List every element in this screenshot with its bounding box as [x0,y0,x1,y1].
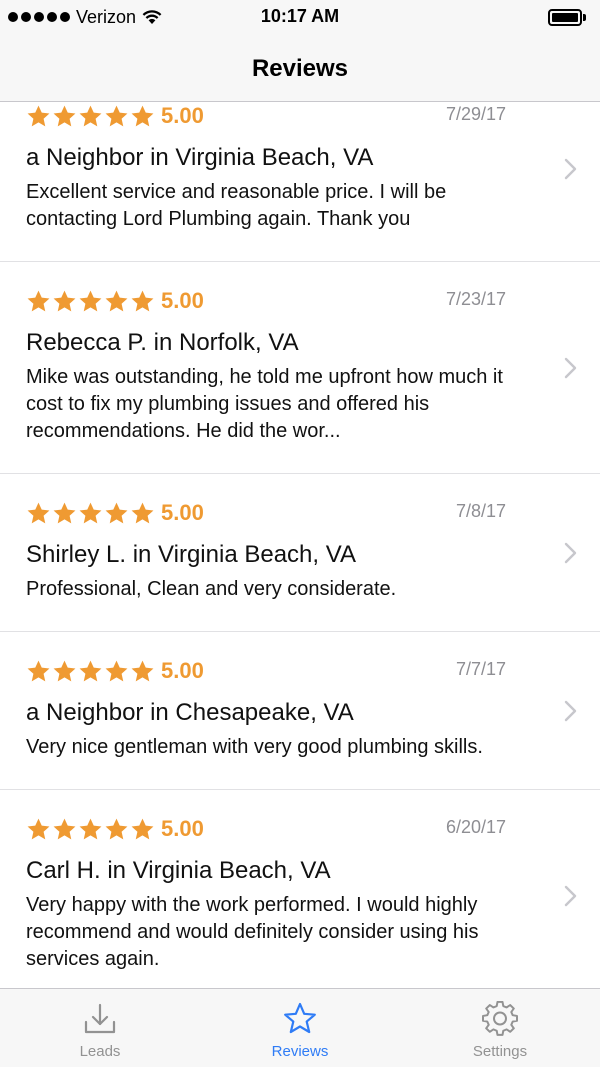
review-date: 7/7/17 [455,659,506,679]
status-time: 10:17 AM [260,6,340,26]
reviewer-name: a Neighbor in Virginia Beach, VA [26,144,374,171]
star-icon [105,290,128,312]
review-date: 7/8/17 [455,501,506,521]
rating-row: 5.00 [26,814,510,844]
reviewer-name: Carl H. in Virginia Beach, VA [26,857,331,884]
review-row[interactable]: 5.00 6/20/17 Carl H. in Virginia Beach, VA… [0,790,600,988]
rating-value: 5.00 [161,500,204,525]
star-icon [131,105,154,127]
tab-settings[interactable]: Settings [400,989,600,1067]
rating-value: 5.00 [161,816,204,841]
tab-leads[interactable]: Leads [0,989,200,1067]
tab-reviews[interactable]: Reviews [200,989,400,1067]
star-icon [79,290,102,312]
review-date: 6/20/17 [445,817,506,837]
star-icon [27,660,50,682]
review-row[interactable]: 5.00 7/23/17 Rebecca P. in Norfolk, VA Mike… [0,262,600,474]
chevron-right-icon [564,357,578,379]
rating-row: 5.00 [26,498,510,528]
review-date: 7/23/17 [445,289,506,309]
review-date: 7/29/17 [445,104,506,124]
tab-label: Leads [79,1043,121,1060]
review-row[interactable]: 5.00 7/8/17 Shirley L. in Virginia Beach, … [0,474,600,632]
star-icon [27,290,50,312]
reviews-list-viewport[interactable]: 5.00 7/29/17 a Neighbor in Virginia Beach,… [0,103,600,988]
status-bar: Verizon 10:17 AM [0,0,600,36]
tab-bar: Leads Reviews Settings [0,988,600,1067]
star-rating [26,817,155,841]
page-title: Reviews [251,54,349,82]
chevron-right-icon [564,700,578,722]
star-rating [26,104,155,128]
star-icon [79,502,102,524]
rating-value: 5.00 [161,288,204,313]
star-icon [79,105,102,127]
chevron-right-icon [564,542,578,564]
star-icon [131,290,154,312]
rating-value: 5.00 [161,103,204,128]
rating-value: 5.00 [161,658,204,683]
star-outline-icon [281,1001,319,1037]
star-icon [105,502,128,524]
rating-row: 5.00 [26,286,510,316]
star-icon [27,818,50,840]
rating-row: 5.00 [26,656,510,686]
chevron-right-icon [564,885,578,907]
star-icon [53,502,76,524]
star-icon [105,660,128,682]
star-icon [105,818,128,840]
star-icon [53,660,76,682]
navigation-bar: Reviews [0,36,600,102]
star-rating [26,289,155,313]
review-text: Mike was outstanding, he told me upfront… [26,366,503,442]
star-rating [26,501,155,525]
star-icon [131,502,154,524]
review-row[interactable]: 5.00 7/29/17 a Neighbor in Virginia Beach,… [0,103,600,262]
reviewer-name: a Neighbor in Chesapeake, VA [26,699,354,726]
review-row[interactable]: 5.00 7/7/17 a Neighbor in Chesapeake, VA Ve… [0,632,600,790]
star-rating [26,659,155,683]
review-text: Professional, Clean and very considerate… [26,578,397,600]
download-tray-icon [82,1001,118,1037]
star-icon [79,818,102,840]
star-icon [105,105,128,127]
star-icon [27,502,50,524]
reviews-list: 5.00 7/29/17 a Neighbor in Virginia Beach,… [0,103,600,988]
review-text: Very happy with the work performed. I wo… [26,894,479,970]
star-icon [53,290,76,312]
star-icon [131,818,154,840]
star-icon [79,660,102,682]
star-icon [131,660,154,682]
reviewer-name: Shirley L. in Virginia Beach, VA [26,541,356,568]
review-text: Excellent service and reasonable price. … [26,181,447,230]
battery-icon [548,9,586,26]
reviewer-name: Rebecca P. in Norfolk, VA [26,329,299,356]
tab-label: Settings [472,1043,528,1060]
chevron-right-icon [564,158,578,180]
tab-label: Reviews [271,1043,329,1060]
review-text: Very nice gentleman with very good plumb… [26,736,483,758]
star-icon [53,818,76,840]
star-icon [53,105,76,127]
star-icon [27,105,50,127]
gear-icon [482,1001,518,1037]
rating-row: 5.00 [26,103,510,131]
